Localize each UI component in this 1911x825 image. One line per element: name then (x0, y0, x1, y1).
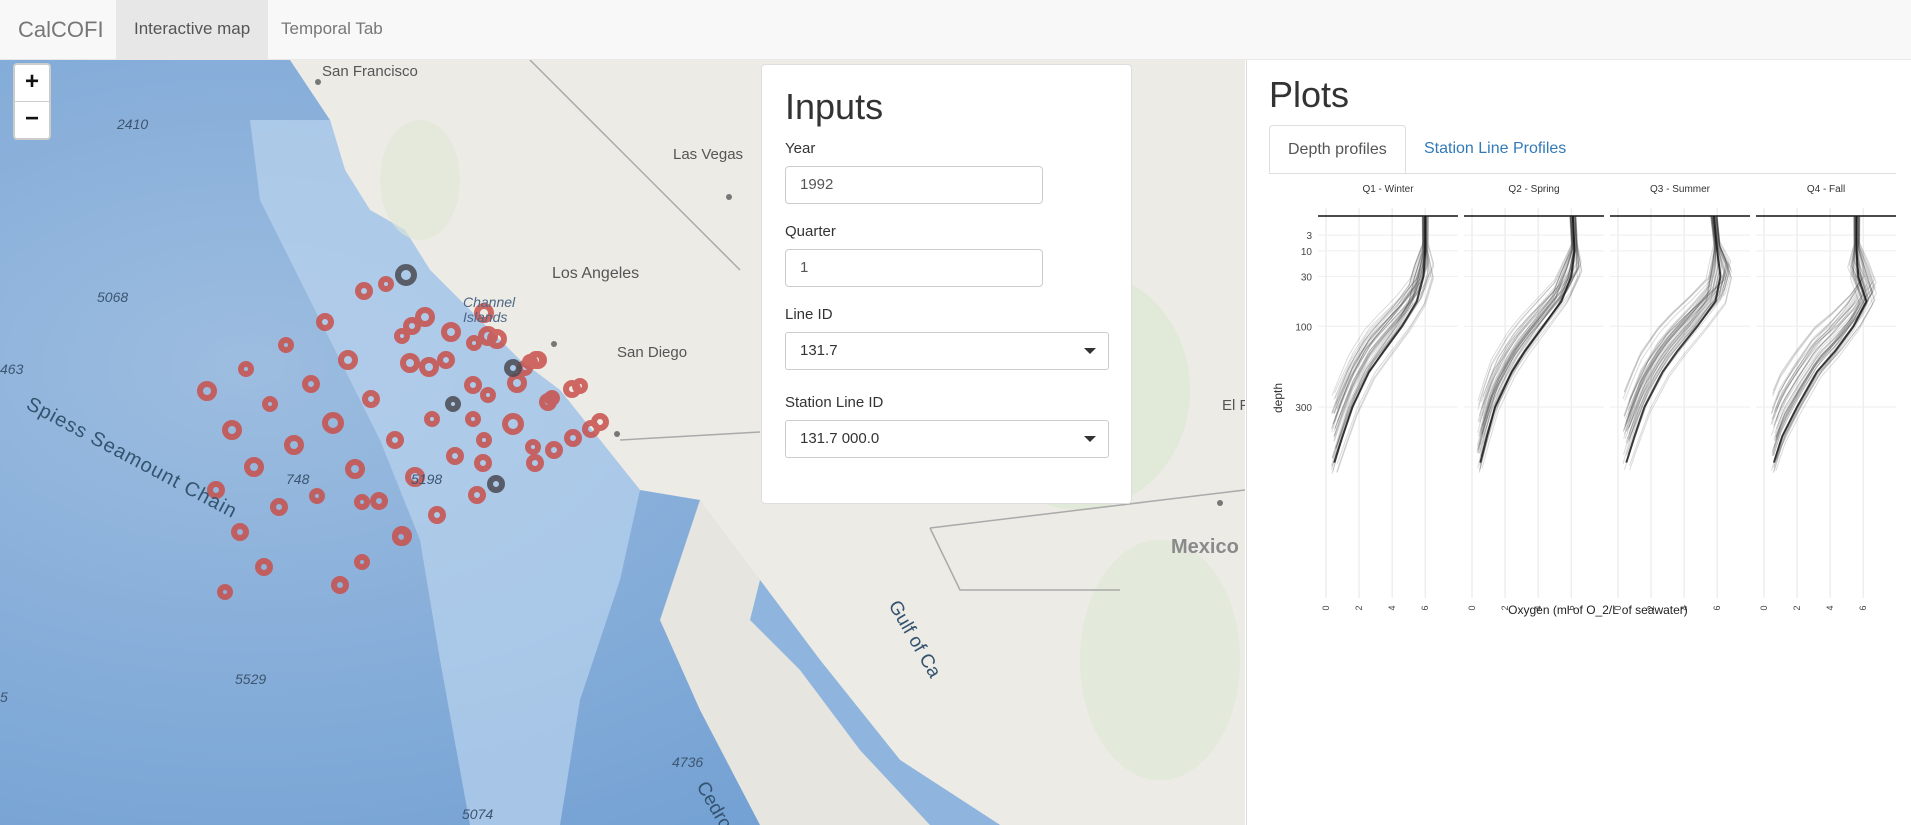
y-tick-label: 30 (1301, 272, 1313, 283)
station-line-id-value: 131.7 000.0 (800, 430, 880, 447)
label-depth-748: 748 (286, 471, 310, 487)
label-san-francisco: San Francisco (322, 63, 418, 80)
y-tick-label: 100 (1295, 322, 1312, 333)
label-depth-4736: 4736 (672, 754, 704, 770)
label-depth-5074: 5074 (462, 806, 494, 822)
x-tick-label: 0 (1321, 605, 1331, 610)
label-el-p: El P (1222, 397, 1245, 414)
label-depth-5529: 5529 (235, 671, 267, 687)
plots-title: Plots (1269, 74, 1350, 115)
x-tick-label: 4 (1825, 605, 1835, 610)
station-line-id-label: Station Line ID (785, 394, 884, 411)
x-tick-label: 0 (1467, 605, 1477, 610)
chevron-down-icon (1084, 436, 1096, 442)
depth-profiles-chart: depth 3 10 30 100 300 Q1 - Winter 0 2 4 6 Q2 - Spri… (1271, 184, 1896, 617)
label-channel-islands: Channel Islands (463, 294, 516, 325)
x-tick-label: 6 (1420, 605, 1430, 610)
profile-line (1332, 215, 1425, 424)
brand-title[interactable]: CalCOFI (18, 17, 104, 43)
zoom-control: + − (13, 63, 51, 140)
tab-temporal[interactable]: Temporal Tab (263, 0, 401, 60)
line-id-value: 131.7 (800, 342, 838, 359)
inputs-title: Inputs (785, 86, 884, 127)
station-line-id-select[interactable]: 131.7 000.0 (785, 420, 1109, 458)
x-tick-label: 6 (1858, 605, 1868, 610)
quarter-label: Quarter (785, 223, 836, 240)
zoom-in-button[interactable]: + (15, 65, 49, 101)
line-id-label: Line ID (785, 306, 833, 323)
y-axis-label: depth (1271, 383, 1285, 413)
facet-title: Q3 - Summer (1650, 184, 1711, 195)
label-san-diego: San Diego (617, 344, 688, 361)
line-id-select[interactable]: 131.7 (785, 332, 1109, 370)
x-tick-label: 0 (1759, 605, 1769, 610)
label-las-vegas: Las Vegas (673, 146, 744, 163)
label-depth-2410: 2410 (117, 116, 149, 132)
x-tick-label: 4 (1387, 605, 1397, 610)
y-tick-label: 3 (1306, 231, 1312, 242)
label-depth-5: 5 (0, 689, 8, 705)
y-tick-label: 300 (1295, 403, 1312, 414)
inputs-panel: Inputs Year 1992 Quarter 1 Line ID 131.7… (761, 64, 1132, 504)
plot-tabs: Depth profiles Station Line Profiles (1269, 125, 1896, 174)
facet-title: Q1 - Winter (1362, 184, 1414, 195)
profile-line (1623, 215, 1716, 431)
x-tick-label: 6 (1712, 605, 1722, 610)
label-depth-5198: 5198 (411, 471, 443, 487)
x-tick-label: 2 (1792, 605, 1802, 610)
zoom-out-button[interactable]: − (15, 101, 49, 138)
tab-interactive-map[interactable]: Interactive map (116, 0, 269, 60)
y-tick-label: 10 (1301, 247, 1313, 258)
facet-title: Q4 - Fall (1807, 184, 1845, 195)
chevron-down-icon (1084, 348, 1096, 354)
navbar: CalCOFI Interactive map Temporal Tab (0, 0, 1911, 60)
quarter-input[interactable]: 1 (785, 249, 1043, 287)
x-tick-label: 2 (1354, 605, 1364, 610)
label-los-angeles: Los Angeles (552, 265, 640, 282)
label-depth-463: 463 (0, 361, 24, 377)
x-axis-label: Oxygen (ml of O_2/L of seawater) (1508, 603, 1688, 617)
label-mexico: Mexico (1171, 536, 1239, 558)
label-depth-5068: 5068 (97, 289, 129, 305)
facet-title: Q2 - Spring (1508, 184, 1559, 195)
tab-station-line-profiles[interactable]: Station Line Profiles (1406, 125, 1584, 173)
profile-line (1332, 215, 1425, 425)
year-label: Year (785, 140, 816, 157)
tab-depth-profiles[interactable]: Depth profiles (1269, 125, 1406, 173)
year-input[interactable]: 1992 (785, 166, 1043, 204)
